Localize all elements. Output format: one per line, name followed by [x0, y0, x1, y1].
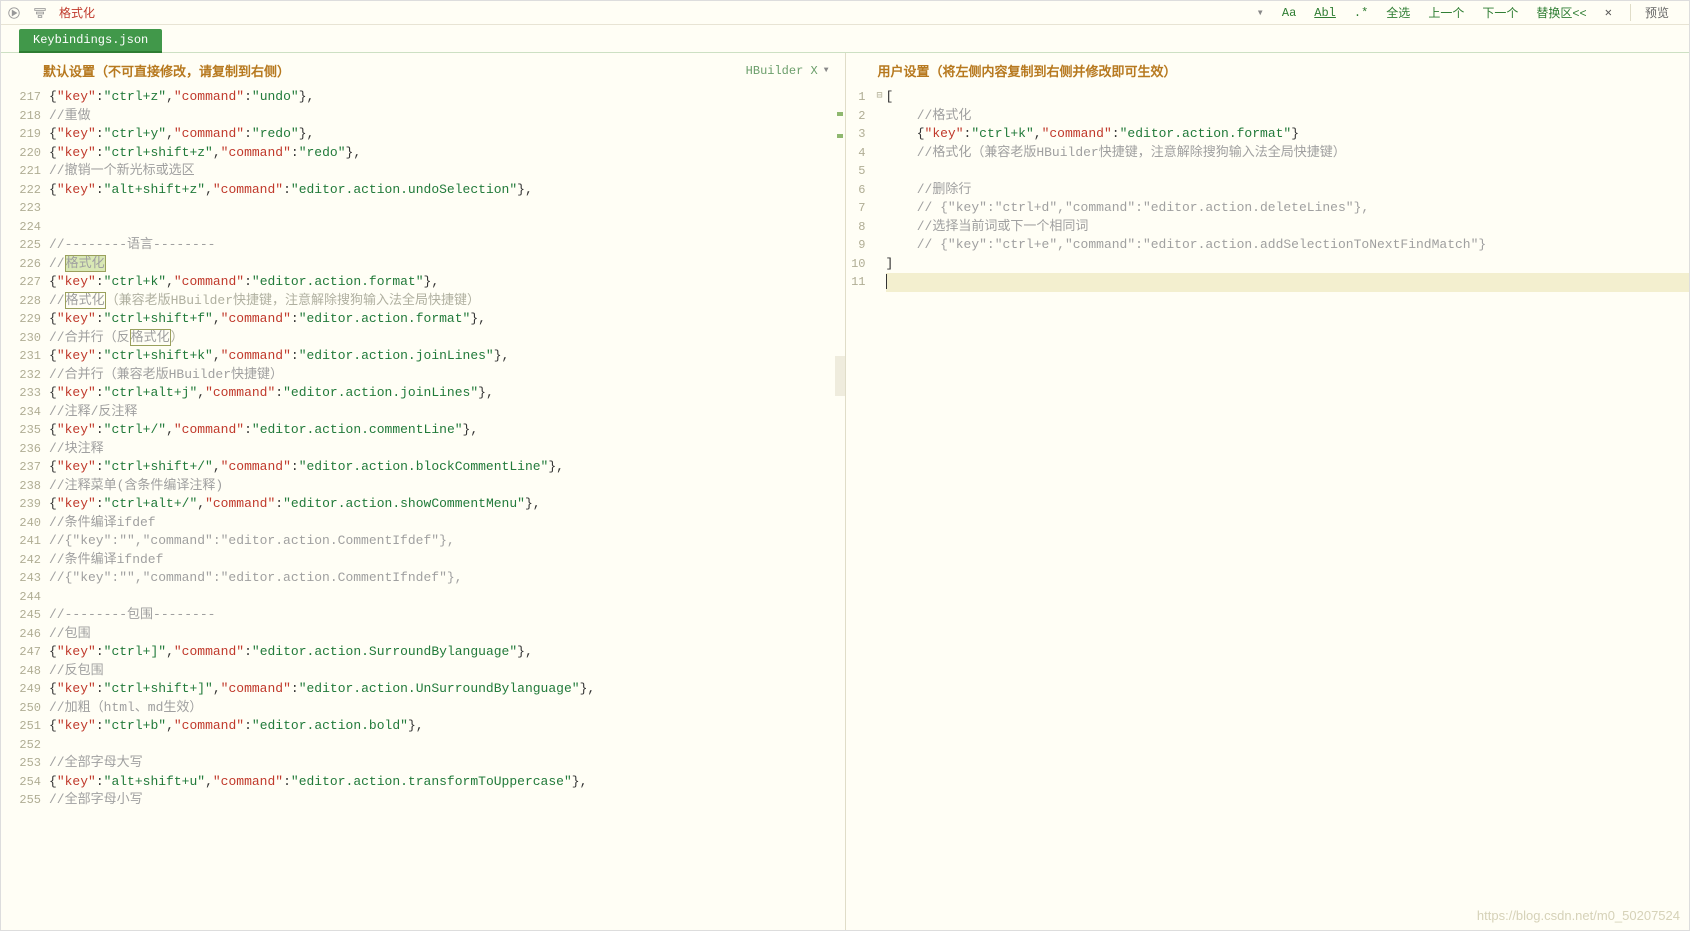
user-settings-title: 用户设置（将左侧内容复制到右侧并修改即可生效）: [878, 61, 1177, 80]
find-toolbar: 格式化 ▾ Aa Abl .* 全选 上一个 下一个 替换区<< ✕ 预览: [1, 1, 1689, 25]
preview-button[interactable]: 预览: [1630, 4, 1683, 21]
default-settings-pane: 默认设置（不可直接修改，请复制到右侧） HBuilder X▼ 21721821…: [1, 53, 845, 930]
filter-icon[interactable]: [33, 6, 47, 20]
select-all-button[interactable]: 全选: [1386, 4, 1410, 21]
default-settings-title: 默认设置（不可直接修改，请复制到右侧）: [43, 61, 290, 80]
tab-bar: Keybindings.json: [1, 25, 1689, 53]
replace-toggle[interactable]: 替换区<<: [1536, 4, 1586, 21]
user-settings-pane: 用户设置（将左侧内容复制到右侧并修改即可生效） 1234567891011 ⊟ …: [845, 53, 1690, 930]
close-icon[interactable]: ✕: [1605, 5, 1612, 20]
user-editor[interactable]: 1234567891011 ⊟ [ //格式化 {"key":"ctrl+k",…: [846, 86, 1690, 930]
line-gutter: 2172182192202212222232242252262272282292…: [1, 86, 49, 930]
line-gutter: 1234567891011: [846, 86, 874, 930]
search-term[interactable]: 格式化: [59, 4, 95, 21]
find-next-button[interactable]: 下一个: [1482, 4, 1518, 21]
default-editor[interactable]: 2172182192202212222232242252262272282292…: [1, 86, 845, 930]
play-icon[interactable]: [7, 6, 21, 20]
match-case-toggle[interactable]: Aa: [1282, 6, 1296, 20]
find-prev-button[interactable]: 上一个: [1428, 4, 1464, 21]
keymap-preset-dropdown[interactable]: HBuilder X▼: [746, 64, 829, 78]
watermark: https://blog.csdn.net/m0_50207524: [1477, 908, 1680, 923]
tab-keybindings[interactable]: Keybindings.json: [19, 29, 162, 53]
minimap[interactable]: [835, 86, 845, 930]
whole-word-toggle[interactable]: Abl: [1314, 6, 1336, 20]
regex-toggle[interactable]: .*: [1354, 6, 1368, 20]
fold-gutter[interactable]: ⊟: [874, 86, 886, 930]
